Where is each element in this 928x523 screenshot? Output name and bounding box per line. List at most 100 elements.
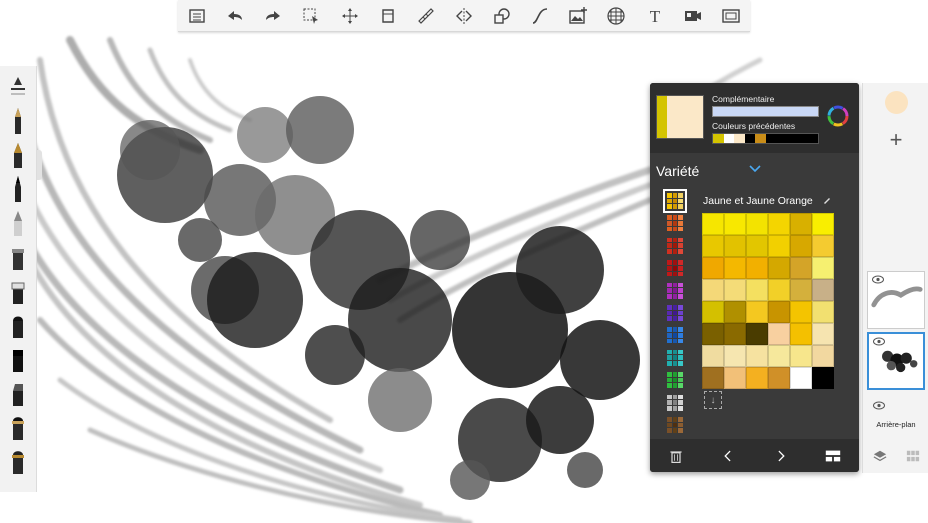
color-swatch[interactable] <box>702 301 724 323</box>
color-swatch[interactable] <box>724 235 746 257</box>
palette-thumbnail[interactable] <box>666 304 684 322</box>
color-swatch[interactable] <box>724 279 746 301</box>
roller-brush-icon[interactable] <box>3 274 33 308</box>
color-swatch[interactable] <box>702 257 724 279</box>
image-icon[interactable] <box>565 3 591 29</box>
wide-brush-icon[interactable] <box>3 410 33 444</box>
symmetry-icon[interactable] <box>451 3 477 29</box>
previous-color-swatch[interactable] <box>713 134 724 143</box>
pencil-brush-icon[interactable] <box>3 206 33 240</box>
color-swatch[interactable] <box>746 235 768 257</box>
color-wheel-icon[interactable] <box>827 105 849 127</box>
color-swatch[interactable] <box>746 323 768 345</box>
palette-thumbnail[interactable] <box>666 237 684 255</box>
color-swatch[interactable] <box>790 257 812 279</box>
previous-color-swatch[interactable] <box>807 134 818 143</box>
color-swatch[interactable] <box>812 367 834 389</box>
color-swatch[interactable] <box>790 213 812 235</box>
color-swatch[interactable] <box>812 257 834 279</box>
chisel-brush-icon[interactable] <box>3 376 33 410</box>
undo-icon[interactable] <box>222 3 248 29</box>
palette-thumbnail[interactable] <box>666 259 684 277</box>
color-swatch[interactable] <box>812 345 834 367</box>
color-swatch[interactable] <box>768 367 790 389</box>
color-swatch[interactable] <box>768 235 790 257</box>
color-swatch[interactable] <box>812 279 834 301</box>
palette-thumbnail[interactable] <box>666 214 684 232</box>
color-swatch[interactable] <box>790 367 812 389</box>
chevron-down-icon[interactable] <box>748 163 762 175</box>
background-layer-label[interactable]: Arrière-plan <box>867 420 925 429</box>
palette-mode-label[interactable]: Variété <box>656 163 699 179</box>
brush-bar-handle[interactable] <box>37 150 42 180</box>
text-icon[interactable]: T <box>642 3 668 29</box>
previous-color-swatch[interactable] <box>744 134 755 143</box>
palette-layout-icon[interactable] <box>822 445 844 467</box>
color-swatch[interactable] <box>724 345 746 367</box>
color-swatch[interactable] <box>702 213 724 235</box>
color-swatch[interactable] <box>768 279 790 301</box>
layers-icon[interactable] <box>873 449 887 463</box>
color-swatch[interactable] <box>812 235 834 257</box>
color-swatch[interactable] <box>746 367 768 389</box>
palette-thumbnail[interactable] <box>666 371 684 389</box>
color-swatch[interactable] <box>702 279 724 301</box>
color-swatch[interactable] <box>790 235 812 257</box>
color-swatch[interactable] <box>702 367 724 389</box>
edit-palette-icon[interactable] <box>822 195 832 205</box>
visibility-eye-icon[interactable] <box>873 337 885 346</box>
color-swatch[interactable] <box>768 301 790 323</box>
color-swatch[interactable] <box>746 301 768 323</box>
color-swatch[interactable] <box>746 279 768 301</box>
color-swatch[interactable] <box>724 213 746 235</box>
pen-brush-icon[interactable] <box>3 104 33 138</box>
color-swatch[interactable] <box>768 257 790 279</box>
color-swatch[interactable] <box>702 235 724 257</box>
layer-thumbnail[interactable] <box>867 271 925 329</box>
color-swatch[interactable] <box>790 345 812 367</box>
video-icon[interactable] <box>680 3 706 29</box>
current-color-puck[interactable] <box>885 91 908 114</box>
visibility-eye-icon[interactable] <box>872 275 884 284</box>
color-swatch[interactable] <box>724 367 746 389</box>
color-swatch[interactable] <box>812 301 834 323</box>
previous-color-swatch[interactable] <box>723 134 734 143</box>
palette-thumbnail[interactable] <box>666 349 684 367</box>
palette-thumbnail[interactable] <box>666 394 684 412</box>
perspective-icon[interactable] <box>603 3 629 29</box>
layer-thumbnail-selected[interactable] <box>867 332 925 390</box>
previous-color-swatch[interactable] <box>786 134 797 143</box>
color-swatch[interactable] <box>790 301 812 323</box>
move-icon[interactable] <box>337 3 363 29</box>
color-swatch[interactable] <box>812 213 834 235</box>
add-swatch-button[interactable]: ↓ <box>704 391 722 409</box>
color-swatch[interactable] <box>768 345 790 367</box>
color-swatch[interactable] <box>724 257 746 279</box>
color-swatch[interactable] <box>746 257 768 279</box>
calligraphy-brush-icon[interactable] <box>3 138 33 172</box>
color-swatch[interactable] <box>812 323 834 345</box>
brush-size-slider-icon[interactable] <box>3 70 33 104</box>
palette-thumbnail[interactable] <box>666 416 684 434</box>
color-swatch[interactable] <box>746 345 768 367</box>
color-swatch[interactable] <box>768 323 790 345</box>
previous-color-swatch[interactable] <box>776 134 787 143</box>
fine-marker-icon[interactable] <box>3 172 33 206</box>
redo-icon[interactable] <box>260 3 286 29</box>
color-swatch[interactable] <box>702 323 724 345</box>
previous-color-swatch[interactable] <box>765 134 776 143</box>
color-swatch[interactable] <box>790 323 812 345</box>
previous-color-swatch[interactable] <box>734 134 745 143</box>
flat-brush-icon[interactable] <box>3 342 33 376</box>
curve-icon[interactable] <box>527 3 553 29</box>
round-brush-icon[interactable] <box>3 308 33 342</box>
fill-icon[interactable] <box>375 3 401 29</box>
palette-thumbnail[interactable] <box>666 282 684 300</box>
delete-palette-icon[interactable] <box>665 445 687 467</box>
palette-thumbnail[interactable] <box>663 189 687 213</box>
palette-thumbnail[interactable] <box>666 326 684 344</box>
airbrush-icon[interactable] <box>3 240 33 274</box>
color-swatch[interactable] <box>790 279 812 301</box>
color-swatch[interactable] <box>768 213 790 235</box>
fullscreen-icon[interactable] <box>718 3 744 29</box>
